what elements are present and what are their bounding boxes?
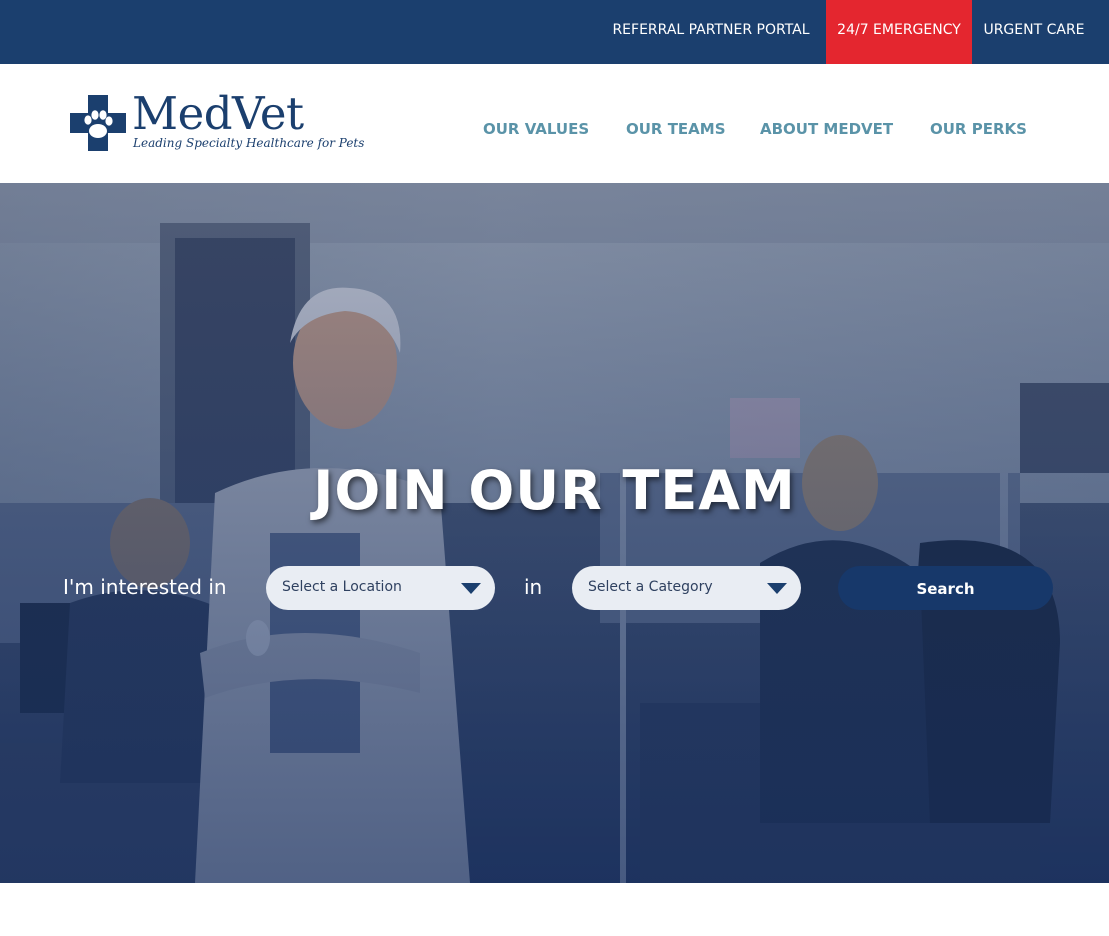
search-button[interactable]: Search	[838, 566, 1053, 610]
nav-our-perks[interactable]: OUR PERKS	[930, 120, 1027, 138]
in-label: in	[524, 575, 543, 599]
nav-our-values[interactable]: OUR VALUES	[483, 120, 589, 138]
location-select-value: Select a Location	[282, 579, 402, 595]
interest-label: I'm interested in	[63, 575, 227, 599]
medvet-logo[interactable]: MedVet Leading Specialty Healthcare for …	[68, 87, 364, 160]
page-content-area	[0, 883, 1109, 936]
referral-partner-portal-link[interactable]: REFERRAL PARTNER PORTAL	[598, 0, 824, 64]
category-select-value: Select a Category	[588, 579, 713, 595]
nav-our-teams[interactable]: OUR TEAMS	[626, 120, 726, 138]
hero-banner: JOIN OUR TEAM I'm interested in Select a…	[0, 183, 1109, 883]
emergency-link[interactable]: 24/7 EMERGENCY	[826, 0, 972, 64]
chevron-down-icon	[461, 583, 481, 594]
location-select[interactable]: Select a Location	[266, 566, 495, 610]
cross-paw-icon	[70, 95, 126, 151]
nav-about-medvet[interactable]: ABOUT MEDVET	[760, 120, 893, 138]
logo-wordmark: MedVet	[132, 87, 304, 140]
top-utility-bar: REFERRAL PARTNER PORTAL 24/7 EMERGENCY U…	[0, 0, 1109, 64]
hero-title: JOIN OUR TEAM	[313, 459, 796, 522]
site-header: MedVet Leading Specialty Healthcare for …	[0, 64, 1109, 183]
hero-tint-overlay	[0, 183, 1109, 883]
category-select[interactable]: Select a Category	[572, 566, 801, 610]
urgent-care-link[interactable]: URGENT CARE	[972, 0, 1096, 64]
logo-tagline: Leading Specialty Healthcare for Pets	[133, 136, 365, 150]
chevron-down-icon	[767, 583, 787, 594]
